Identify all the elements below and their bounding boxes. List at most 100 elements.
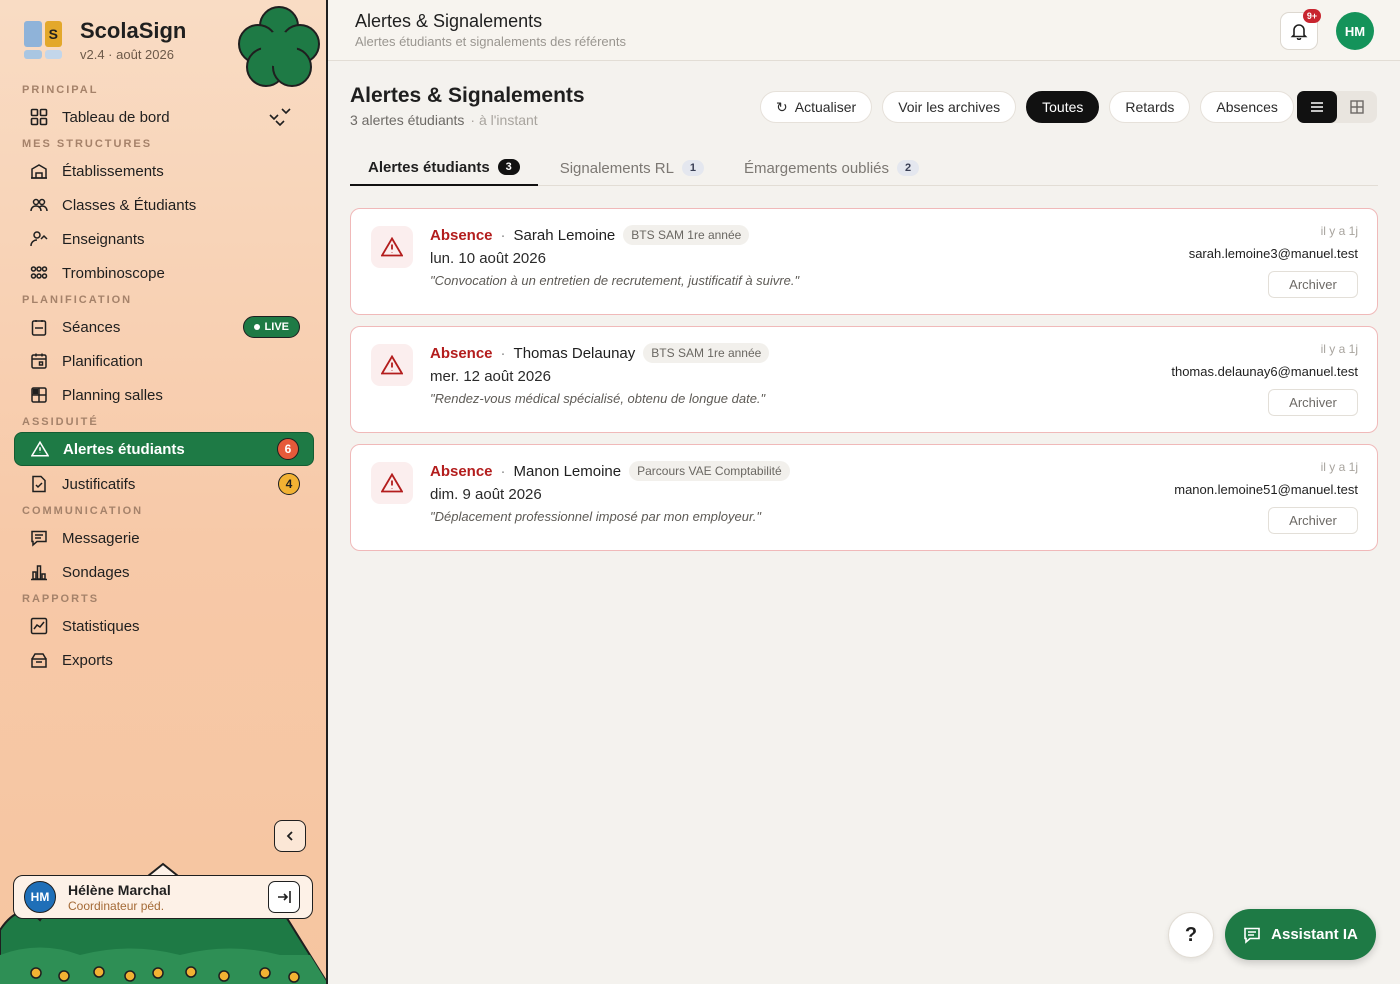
section-planification: PLANIFICATION (22, 294, 133, 306)
brand-logo: S (24, 21, 62, 59)
student-email[interactable]: manon.lemoine51@manuel.test (1174, 482, 1358, 497)
sidebar-item-label: Tableau de bord (62, 108, 170, 126)
sidebar-item-dashboard[interactable]: Tableau de bord (14, 100, 314, 134)
page-title: Alertes & Signalements (350, 84, 585, 107)
sidebar-item-messagerie[interactable]: Messagerie (14, 521, 314, 555)
student-name[interactable]: Thomas Delaunay (514, 345, 636, 362)
alert-date: mer. 12 août 2026 (430, 368, 551, 385)
sidebar-item-label: Justificatifs (62, 475, 136, 493)
document-check-icon (30, 475, 48, 493)
warning-icon (371, 226, 413, 268)
assistant-ia-button[interactable]: Assistant IA (1225, 909, 1376, 960)
topbar-title: Alertes & Signalements (355, 11, 543, 31)
topbar: Alertes & Signalements Alertes étudiants… (328, 0, 1400, 61)
warning-icon (371, 462, 413, 504)
logout-icon (278, 891, 291, 903)
student-name[interactable]: Sarah Lemoine (514, 227, 616, 244)
student-email[interactable]: thomas.delaunay6@manuel.test (1171, 364, 1358, 379)
tab-count: 3 (497, 159, 520, 175)
sidebar-item-sondages[interactable]: Sondages (14, 555, 314, 589)
grid-icon (30, 108, 48, 126)
class-chip: BTS SAM 1re année (623, 225, 750, 245)
archive-button[interactable]: Archiver (1268, 271, 1358, 298)
grid-view-button[interactable] (1337, 91, 1377, 123)
filter-absences[interactable]: Absences (1200, 91, 1294, 123)
user-avatar[interactable]: HM (1336, 12, 1374, 50)
user-card[interactable]: HM Hélène Marchal Coordinateur péd. (13, 875, 313, 919)
refresh-button[interactable]: ↻ Actualiser (760, 91, 873, 123)
teacher-icon (30, 230, 48, 248)
user-role: Coordinateur péd. (68, 898, 165, 913)
collapse-sidebar-button[interactable] (274, 820, 306, 852)
help-button[interactable]: ? (1168, 912, 1214, 958)
bell-icon (1290, 24, 1308, 40)
alert-date: lun. 10 août 2026 (430, 250, 546, 267)
student-email[interactable]: sarah.lemoine3@manuel.test (1189, 246, 1358, 261)
alert-type: Absence (430, 462, 493, 480)
alert-card: Absence · Manon Lemoine Parcours VAE Comp… (350, 444, 1378, 551)
sidebar-item-label: Classes & Étudiants (62, 196, 197, 214)
logout-button[interactable] (268, 881, 300, 913)
sidebar-item-label: Exports (62, 651, 113, 669)
section-rapports: RAPPORTS (22, 593, 100, 605)
rooms-grid-icon (30, 386, 48, 404)
clipboard-icon (30, 318, 48, 336)
filter-late[interactable]: Retards (1109, 91, 1191, 123)
sidebar-item-label: Établissements (62, 162, 164, 180)
sidebar-item-label: Planning salles (62, 386, 163, 404)
sidebar-item-label: Alertes étudiants (63, 440, 185, 458)
tab-alertes[interactable]: Alertes étudiants 3 (350, 150, 538, 186)
section-assiduite: ASSIDUITÉ (22, 416, 99, 428)
sidebar-nav: PRINCIPAL Tableau de bord MES STRUCTURES… (14, 84, 314, 677)
sidebar-item-etablissements[interactable]: Établissements (14, 154, 314, 188)
justificatif-count-badge: 4 (278, 473, 300, 495)
section-communication: COMMUNICATION (22, 505, 144, 517)
alert-time: il y a 1j (1320, 224, 1358, 238)
alert-card: Absence · Thomas Delaunay BTS SAM 1re ann… (350, 326, 1378, 433)
sidebar-item-justificatifs[interactable]: Justificatifs 4 (14, 467, 314, 501)
chat-icon (1244, 927, 1260, 944)
list-view-button[interactable] (1297, 91, 1337, 123)
alert-date: dim. 9 août 2026 (430, 486, 542, 503)
tab-emargements[interactable]: Émargements oubliés 2 (726, 150, 937, 186)
archive-button[interactable]: Archiver (1268, 389, 1358, 416)
sidebar-item-statistiques[interactable]: Statistiques (14, 609, 314, 643)
sidebar-item-planning-salles[interactable]: Planning salles (14, 378, 314, 412)
student-name[interactable]: Manon Lemoine (514, 463, 622, 480)
sidebar-item-exports[interactable]: Exports (14, 643, 314, 677)
brand-version: v2.4 · août 2026 (80, 47, 174, 62)
users-icon (30, 196, 48, 214)
alert-reason: "Déplacement professionnel imposé par mo… (430, 509, 762, 524)
class-chip: BTS SAM 1re année (643, 343, 770, 363)
tabs: Alertes étudiants 3 Signalements RL 1 Émar… (350, 150, 1378, 186)
sidebar-item-label: Sondages (62, 563, 130, 581)
sidebar-item-classes[interactable]: Classes & Étudiants (14, 188, 314, 222)
section-principal: PRINCIPAL (22, 84, 99, 96)
faces-grid-icon (30, 264, 48, 282)
class-chip: Parcours VAE Comptabilité (629, 461, 790, 481)
avatar: HM (24, 881, 56, 913)
brand[interactable]: S ScolaSign v2.4 · août 2026 (24, 18, 186, 62)
archive-button[interactable]: Archiver (1268, 507, 1358, 534)
page-subtitle: 3 alertes étudiants · à l'instant (350, 112, 538, 128)
tab-count: 2 (897, 160, 920, 176)
chevrons-down-icon[interactable] (268, 106, 292, 134)
refresh-icon: ↻ (776, 98, 788, 115)
sidebar-item-trombinoscope[interactable]: Trombinoscope (14, 256, 314, 290)
sidebar-item-enseignants[interactable]: Enseignants (14, 222, 314, 256)
grid-icon (1350, 100, 1364, 114)
sidebar-item-label: Séances (62, 318, 121, 336)
brand-name: ScolaSign (80, 18, 187, 43)
archives-button[interactable]: Voir les archives (882, 91, 1017, 123)
sidebar-item-label: Statistiques (62, 617, 140, 635)
filter-all[interactable]: Toutes (1026, 91, 1100, 123)
sidebar-item-seances[interactable]: Séances LIVE (14, 310, 314, 344)
sidebar-item-alertes[interactable]: Alertes étudiants 6 (14, 432, 314, 466)
alert-type: Absence (430, 226, 493, 244)
tab-signalements[interactable]: Signalements RL 1 (542, 150, 722, 186)
view-toggle (1297, 91, 1377, 123)
chevron-left-icon (286, 831, 293, 841)
sidebar: S ScolaSign v2.4 · août 2026 PRINCIPAL T… (0, 0, 328, 984)
sidebar-item-planification[interactable]: Planification (14, 344, 314, 378)
sidebar-item-label: Trombinoscope (62, 264, 165, 282)
